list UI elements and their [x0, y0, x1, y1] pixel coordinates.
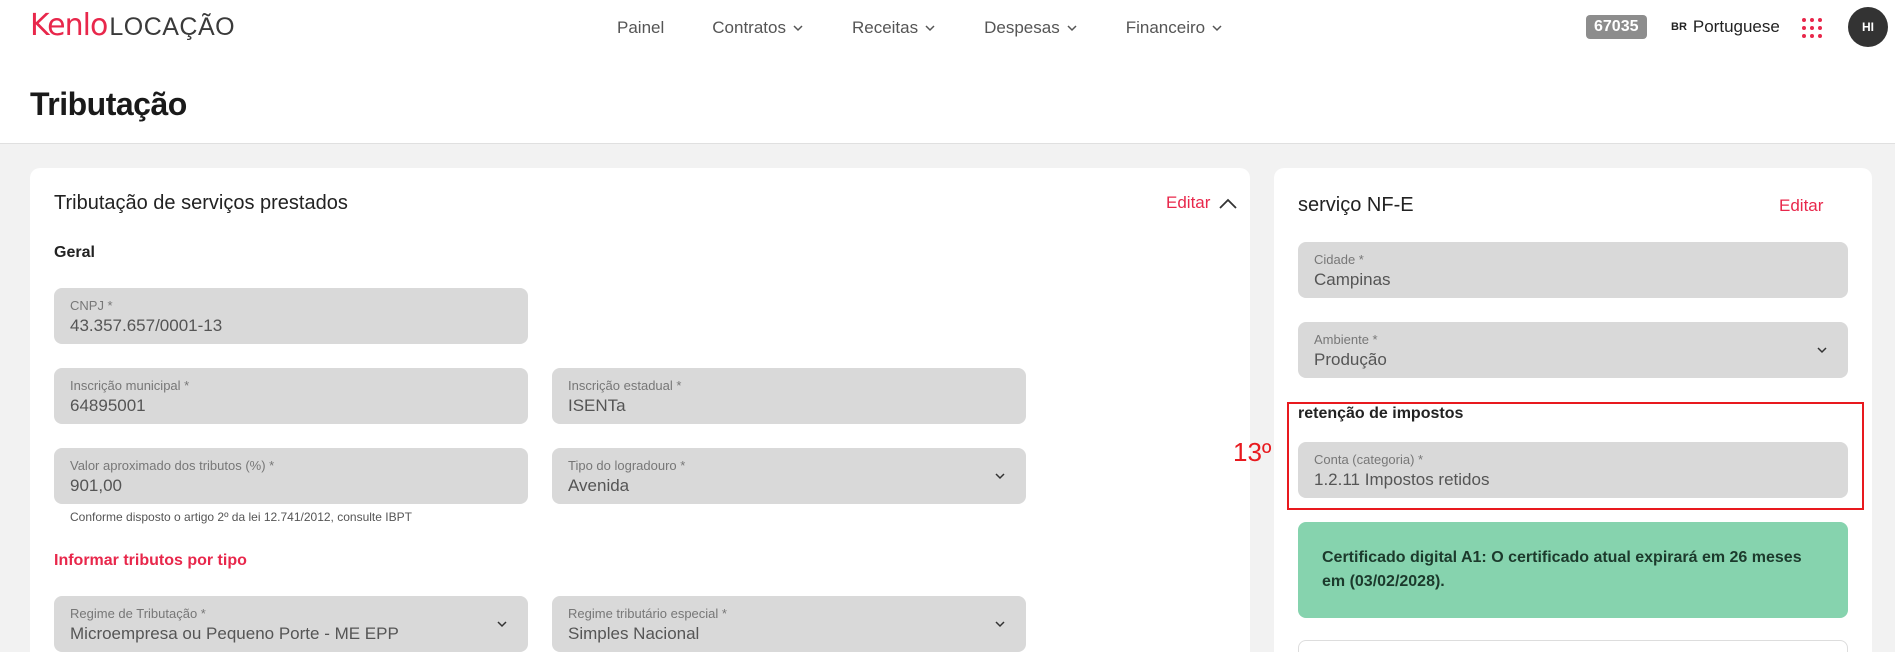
field-value: Microempresa ou Pequeno Porte - ME EPP [70, 624, 399, 643]
language-label: Portuguese [1692, 17, 1780, 36]
services-taxation-card: Tributação de serviços prestados Editar … [30, 168, 1250, 652]
field-label: Inscrição municipal * [70, 378, 190, 393]
regime-especial-select[interactable]: Regime tributário especial * Simples Nac… [552, 596, 1026, 652]
logo-brand: Kenlo [30, 8, 108, 43]
card-title: serviço NF-E [1298, 194, 1414, 216]
chevron-down-icon [995, 473, 1005, 480]
chevron-down-icon [995, 621, 1005, 628]
apps-grid-icon[interactable] [1802, 18, 1822, 38]
edit-button[interactable]: Editar [1166, 193, 1210, 213]
section-tributos-por-tipo[interactable]: Informar tributos por tipo [54, 552, 247, 570]
language-selector[interactable]: BR Portuguese [1671, 17, 1780, 37]
field-value: 64895001 [70, 396, 146, 415]
tipo-logradouro-select[interactable]: Tipo do logradouro * Avenida [552, 448, 1026, 504]
nav-label: Painel [617, 18, 665, 37]
field-value: Simples Nacional [568, 624, 700, 643]
valor-tributos-field[interactable]: Valor aproximado dos tributos (%) * 901,… [54, 448, 528, 504]
annotation-marker: 13º [1233, 437, 1272, 467]
field-value: 901,00 [70, 476, 122, 495]
logo-product: LOCAÇÃO [109, 13, 236, 41]
next-section-box [1298, 640, 1848, 652]
field-label: Tipo do logradouro * [568, 458, 686, 473]
main-nav: Painel Contratos Receitas Despesas Finan… [617, 0, 1271, 56]
chevron-down-icon [497, 621, 507, 628]
field-value: Avenida [568, 476, 630, 495]
cidade-field[interactable]: Cidade * Campinas [1298, 242, 1848, 298]
field-label: Inscrição estadual * [568, 378, 682, 393]
field-value: 43.357.657/0001-13 [70, 316, 223, 335]
field-value: ISENTa [568, 396, 626, 415]
flag-icon: BR [1671, 21, 1687, 33]
annotation-highlight-box [1287, 402, 1864, 510]
nav-label: Receitas [851, 18, 919, 37]
page-header: Tributação [0, 56, 1895, 144]
field-label: Regime tributário especial * [568, 606, 727, 621]
nav-painel[interactable]: Painel [617, 18, 664, 38]
field-label: Valor aproximado dos tributos (%) * [70, 458, 275, 473]
chevron-down-icon [793, 25, 803, 32]
chevron-down-icon [1067, 25, 1077, 32]
nav-label: Despesas [984, 18, 1060, 37]
field-value: Campinas [1314, 270, 1391, 289]
chevron-down-icon [925, 25, 935, 32]
nav-receitas[interactable]: Receitas [852, 18, 936, 38]
ambiente-select[interactable]: Ambiente * Produção [1298, 322, 1848, 378]
regime-tributacao-select[interactable]: Regime de Tributação * Microempresa ou P… [54, 596, 528, 652]
page-title: Tributação [30, 86, 187, 122]
avatar[interactable]: HI [1848, 7, 1888, 47]
cnpj-field[interactable]: CNPJ * 43.357.657/0001-13 [54, 288, 528, 344]
nav-financeiro[interactable]: Financeiro [1126, 18, 1223, 38]
nav-label: Contratos [712, 18, 786, 37]
ibpt-hint: Conforme disposto o artigo 2º da lei 12.… [70, 510, 412, 524]
field-label: Ambiente * [1314, 332, 1378, 347]
edit-button[interactable]: Editar [1779, 196, 1823, 216]
card-title: Tributação de serviços prestados [54, 192, 348, 214]
nav-label: Financeiro [1125, 18, 1206, 37]
field-label: Regime de Tributação * [70, 606, 206, 621]
inscricao-estadual-field[interactable]: Inscrição estadual * ISENTa [552, 368, 1026, 424]
account-badge[interactable]: 67035 [1586, 15, 1647, 39]
chevron-down-icon [1212, 25, 1222, 32]
inscricao-municipal-field[interactable]: Inscrição municipal * 64895001 [54, 368, 528, 424]
field-value: Produção [1314, 350, 1387, 369]
chevron-down-icon [1817, 347, 1827, 354]
field-label: Cidade * [1314, 252, 1364, 267]
section-geral: Geral [54, 244, 95, 261]
chevron-up-icon[interactable] [1218, 198, 1238, 210]
field-label: CNPJ * [70, 298, 113, 313]
logo[interactable]: Kenlo LOCAÇÃO [30, 8, 235, 48]
nav-contratos[interactable]: Contratos [712, 18, 804, 38]
top-bar: Kenlo LOCAÇÃO Painel Contratos Receitas … [0, 0, 1895, 56]
certificate-alert: Certificado digital A1: O certificado at… [1298, 522, 1848, 618]
nav-despesas[interactable]: Despesas [984, 18, 1078, 38]
